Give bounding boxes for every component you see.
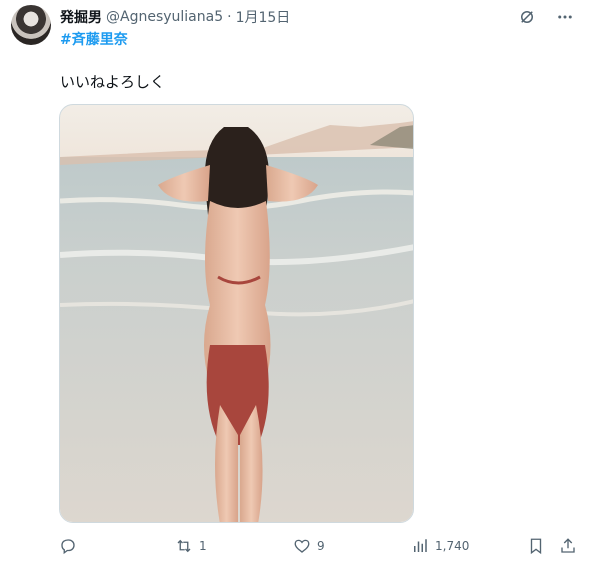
bookmark-icon (527, 537, 545, 555)
tweet-top-actions (516, 6, 576, 28)
reply-icon (59, 537, 77, 555)
share-icon (559, 537, 577, 555)
avatar[interactable] (11, 5, 51, 45)
heart-icon (293, 537, 311, 555)
user-handle[interactable]: @Agnesyuliana5 (106, 9, 223, 25)
share-button[interactable] (559, 534, 577, 558)
retweet-icon (175, 537, 193, 555)
like-button[interactable]: 9 (293, 534, 325, 558)
views-count: 1,740 (435, 539, 470, 553)
bookmark-button[interactable] (527, 534, 545, 558)
tweet-header: 発掘男 @Agnesyuliana5 · 1月15日 (60, 7, 290, 27)
more-icon[interactable] (554, 6, 576, 28)
tweet[interactable]: 発掘男 @Agnesyuliana5 · 1月15日 #斉藤里奈 いいねよろしく (0, 0, 590, 568)
tweet-photo[interactable] (59, 104, 414, 523)
tweet-text: いいねよろしく (60, 73, 166, 91)
like-count: 9 (317, 539, 325, 553)
timestamp[interactable]: 1月15日 (236, 7, 291, 27)
views-button[interactable]: 1,740 (411, 534, 469, 558)
display-name[interactable]: 発掘男 (60, 7, 102, 27)
tweet-actions: 1 9 1,740 (0, 534, 590, 558)
views-icon (411, 537, 429, 555)
retweet-count: 1 (199, 539, 207, 553)
separator-dot: · (227, 9, 232, 25)
retweet-button[interactable]: 1 (175, 534, 207, 558)
reply-button[interactable] (59, 534, 83, 558)
grok-icon[interactable] (516, 6, 538, 28)
hashtag-link[interactable]: #斉藤里奈 (60, 29, 128, 49)
